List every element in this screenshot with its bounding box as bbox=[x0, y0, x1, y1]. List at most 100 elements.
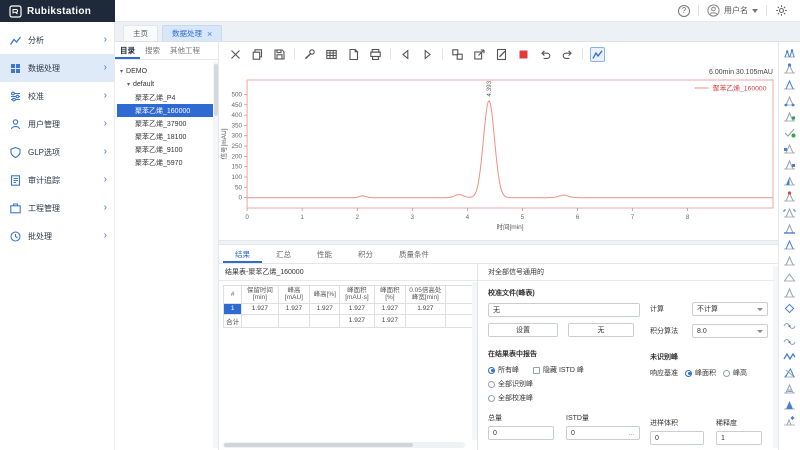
integration-label: 积分算法 bbox=[650, 326, 684, 336]
peak-filled-icon[interactable] bbox=[783, 398, 797, 411]
radio-all-identified[interactable]: 全部识别峰 bbox=[488, 379, 640, 389]
split-right-icon[interactable] bbox=[783, 158, 797, 171]
baseline-wave-blue-icon[interactable] bbox=[783, 350, 797, 363]
result-tab-5[interactable]: 质量条件 bbox=[387, 245, 441, 263]
sidebar-item-data-processing[interactable]: 数据处理› bbox=[0, 54, 114, 82]
peak-outline-icon[interactable] bbox=[783, 78, 797, 91]
result-tab-1[interactable]: 结果 bbox=[223, 245, 262, 263]
integration-algorithm-select[interactable]: 8.0 bbox=[692, 324, 768, 338]
baseline-wave-icon[interactable] bbox=[783, 318, 797, 331]
help-icon[interactable]: ? bbox=[678, 5, 690, 17]
prev-icon[interactable] bbox=[398, 47, 413, 62]
radio-all-calibrated[interactable]: 全部校准峰 bbox=[488, 393, 640, 403]
tab-strip: 主页数据处理× bbox=[115, 22, 800, 42]
save-icon[interactable] bbox=[272, 47, 287, 62]
peak-hatch-icon[interactable] bbox=[783, 382, 797, 395]
svg-text:4: 4 bbox=[466, 214, 470, 221]
table-row[interactable]: 11.9271.9271.9271.9271.9271.927 bbox=[224, 303, 477, 314]
none-button[interactable]: 无 bbox=[568, 323, 634, 337]
sidebar-item-label: 批处理 bbox=[28, 231, 98, 242]
result-tab-3[interactable]: 性能 bbox=[305, 245, 344, 263]
file-panel-tab-2[interactable]: 搜索 bbox=[140, 42, 165, 59]
set-button[interactable]: 设置 bbox=[488, 323, 558, 337]
chevron-right-icon: › bbox=[104, 119, 107, 129]
peak-baseline-icon[interactable] bbox=[783, 222, 797, 235]
sidebar-item-analysis[interactable]: 分析› bbox=[0, 26, 114, 54]
sidebar-item-project-management[interactable]: 工程管理› bbox=[0, 194, 114, 222]
sidebar-item-user-management[interactable]: 用户管理› bbox=[0, 110, 114, 138]
annotate-icon[interactable] bbox=[494, 47, 509, 62]
checkbox-hide-istd[interactable]: 隐藏 ISTD 峰 bbox=[533, 365, 584, 375]
baseline-wave2-icon[interactable] bbox=[783, 334, 797, 347]
peak-confirm-icon[interactable] bbox=[783, 126, 797, 139]
tab-数据处理[interactable]: 数据处理× bbox=[162, 25, 222, 41]
tab-主页[interactable]: 主页 bbox=[123, 25, 158, 41]
radio-peak-height[interactable]: 峰高 bbox=[723, 368, 747, 378]
total-amount-label: 总量 bbox=[488, 413, 554, 423]
file-panel-tab-1[interactable]: 目录 bbox=[115, 42, 140, 59]
svg-text:200: 200 bbox=[232, 153, 243, 160]
tree-item-2[interactable]: 聚苯乙烯_160000 bbox=[117, 104, 216, 117]
peak-star-icon[interactable] bbox=[783, 414, 797, 427]
file-tree-scrollbar[interactable] bbox=[213, 62, 218, 448]
peak-delete-icon[interactable] bbox=[783, 190, 797, 203]
dilution-input[interactable]: 1 bbox=[716, 431, 762, 445]
table-icon[interactable] bbox=[324, 47, 339, 62]
user-menu[interactable]: 用户名 bbox=[707, 4, 758, 17]
redo-icon[interactable] bbox=[560, 47, 575, 62]
manual-point-icon[interactable] bbox=[783, 302, 797, 315]
radio-peak-area[interactable]: 峰面积 bbox=[685, 368, 716, 378]
copy-icon[interactable] bbox=[250, 47, 265, 62]
results-vscrollbar[interactable] bbox=[472, 282, 477, 440]
report-icon[interactable] bbox=[346, 47, 361, 62]
svg-text:3: 3 bbox=[411, 214, 415, 221]
peak-half-fill-icon[interactable] bbox=[783, 174, 797, 187]
tree-item-6[interactable]: 聚苯乙烯_5970 bbox=[117, 156, 216, 169]
tree-node-root[interactable]: ▾DEMO bbox=[117, 65, 216, 78]
result-tab-2[interactable]: 汇总 bbox=[264, 245, 303, 263]
tree-item-3[interactable]: 聚苯乙烯_37900 bbox=[117, 117, 216, 130]
stop-icon[interactable] bbox=[516, 47, 531, 62]
tree-item-4[interactable]: 聚苯乙烯_18100 bbox=[117, 130, 216, 143]
gear-icon[interactable] bbox=[775, 4, 788, 17]
next-icon[interactable] bbox=[420, 47, 435, 62]
sidebar-item-batch-processing[interactable]: 批处理› bbox=[0, 222, 114, 250]
peak-wide-icon[interactable] bbox=[783, 270, 797, 283]
istd-amount-input[interactable]: 0 … bbox=[566, 426, 640, 440]
tree-node-folder[interactable]: ▾default bbox=[117, 78, 216, 91]
split-left-icon[interactable] bbox=[783, 142, 797, 155]
undo-icon[interactable] bbox=[538, 47, 553, 62]
compare-icon[interactable] bbox=[450, 47, 465, 62]
tree-item-1[interactable]: 聚苯乙烯_P4 bbox=[117, 91, 216, 104]
printer-icon[interactable] bbox=[368, 47, 383, 62]
chromatogram-chart[interactable]: 6.00min 30.105mAU05010015020025030035040… bbox=[219, 66, 778, 240]
select-peaks-icon[interactable] bbox=[783, 46, 797, 59]
result-tab-4[interactable]: 积分 bbox=[346, 245, 385, 263]
sidebar-item-audit-trail[interactable]: 审计追踪› bbox=[0, 166, 114, 194]
peak-corners-icon[interactable] bbox=[783, 206, 797, 219]
sidebar-item-calibration[interactable]: 校准› bbox=[0, 82, 114, 110]
chart-view-icon[interactable] bbox=[590, 47, 605, 62]
crossed-peaks-icon[interactable] bbox=[783, 366, 797, 379]
more-icon[interactable]: … bbox=[628, 430, 635, 437]
calibration-file-input[interactable]: 无 bbox=[488, 303, 640, 317]
tree-item-5[interactable]: 聚苯乙烯_9100 bbox=[117, 143, 216, 156]
peak-base-points-icon[interactable] bbox=[783, 94, 797, 107]
peak-tool-icon-13[interactable] bbox=[783, 238, 797, 251]
sidebar-item-glp-options[interactable]: GLP选项› bbox=[0, 138, 114, 166]
total-amount-input[interactable]: 0 bbox=[488, 426, 554, 440]
calc-select[interactable]: 不计算 bbox=[692, 302, 768, 316]
peak-add-icon[interactable] bbox=[783, 110, 797, 123]
radio-all-peaks[interactable]: 所有峰 bbox=[488, 365, 519, 375]
file-panel-tab-3[interactable]: 其他工程 bbox=[165, 42, 205, 59]
close-icon[interactable] bbox=[228, 47, 243, 62]
wrench-icon[interactable] bbox=[302, 47, 317, 62]
export-icon[interactable] bbox=[472, 47, 487, 62]
injection-volume-input[interactable]: 0 bbox=[650, 431, 704, 445]
peak-marker-top-icon[interactable] bbox=[783, 62, 797, 75]
settings-scrollbar[interactable] bbox=[773, 266, 778, 448]
close-tab-icon[interactable]: × bbox=[207, 29, 212, 39]
peak-tool-icon-16[interactable] bbox=[783, 286, 797, 299]
peak-tool-icon-14[interactable] bbox=[783, 254, 797, 267]
results-hscrollbar[interactable] bbox=[223, 442, 465, 448]
